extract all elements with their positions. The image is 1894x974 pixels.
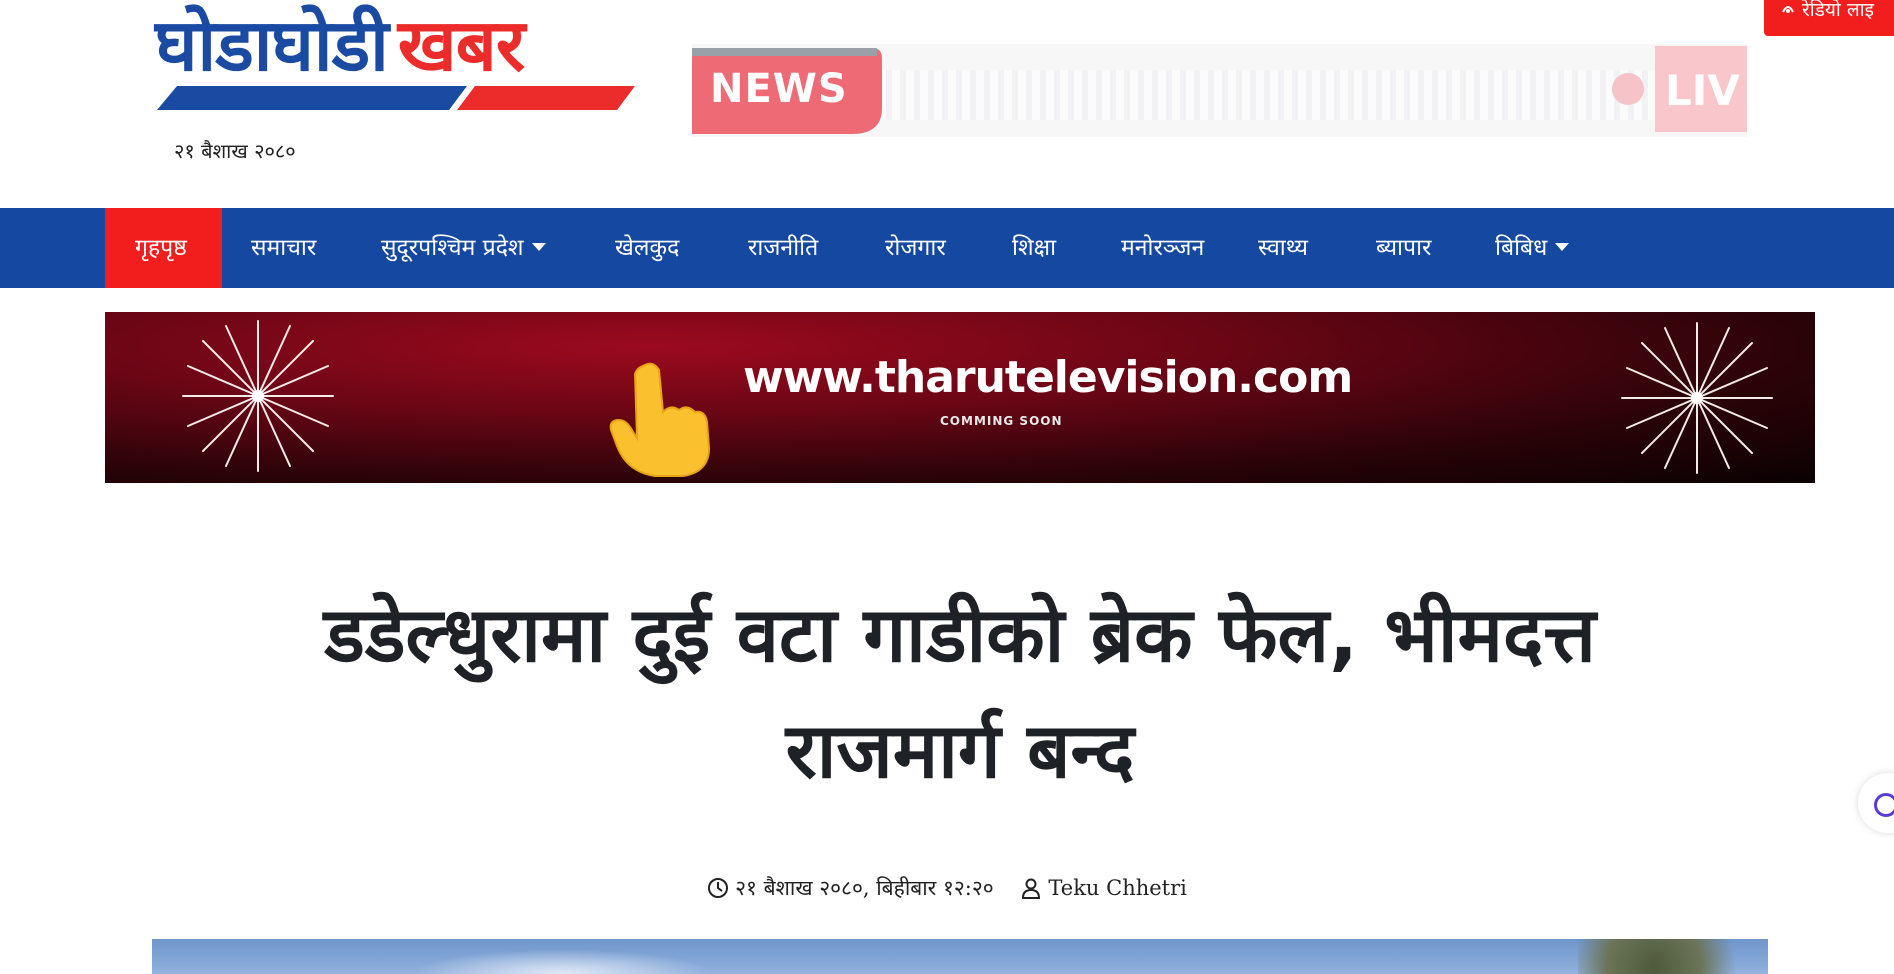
- logo-accent-text: खबर: [397, 3, 525, 87]
- logo-main-text: घोडाघोडी: [155, 3, 389, 87]
- nav-item-employment[interactable]: रोजगार: [885, 208, 946, 288]
- nav-item-sports[interactable]: खेलकुद: [615, 208, 679, 288]
- article-title-line-1: डडेल्धुरामा दुई वटा गाडीको ब्रेक फेल, भी…: [324, 590, 1596, 679]
- nav-item-label: ब्यापार: [1376, 235, 1432, 261]
- nav-item-news[interactable]: समाचार: [251, 208, 316, 288]
- live-dot-icon: [1612, 73, 1644, 105]
- caret-down-icon: [1555, 243, 1570, 251]
- article-date: २१ बैशाख २०८०, बिहीबार १२:२०: [707, 874, 994, 902]
- nav-item-education[interactable]: शिक्षा: [1012, 208, 1056, 288]
- header-date: २१ बैशाख २०८०: [174, 139, 296, 163]
- ad-subtext: COMMING SOON: [940, 414, 1063, 428]
- ad-url-text: www.tharutelevision.com: [743, 352, 1353, 403]
- nav-item-label: गृहपृष्ठ: [135, 235, 187, 261]
- nav-item-politics[interactable]: राजनीति: [748, 208, 818, 288]
- radio-live-button[interactable]: रेडियो लाइ: [1764, 0, 1894, 36]
- article-author[interactable]: Teku Chhetri: [1020, 876, 1187, 900]
- article-date-text: २१ बैशाख २०८०, बिहीबार १२:२०: [735, 876, 994, 900]
- nav-item-label: सुदूरपश्चिम प्रदेश: [381, 235, 524, 261]
- sparkle-icon: [182, 320, 334, 472]
- nav-item-label: खेलकुद: [615, 235, 680, 261]
- live-badge: LIV: [1655, 46, 1747, 132]
- main-navigation: गृहपृष्ठ समाचार सुदूरपश्चिम प्रदेश खेलकु…: [0, 208, 1894, 288]
- radio-icon: [1780, 0, 1796, 21]
- article-meta: २१ बैशाख २०८०, बिहीबार १२:२० Teku Chhetr…: [0, 874, 1894, 902]
- hero-cloud: [412, 949, 712, 974]
- nav-item-business[interactable]: ब्यापार: [1376, 208, 1431, 288]
- site-header: घोडाघोडी खबर २१ बैशाख २०८० NEWS LIV रेडिय…: [0, 0, 1894, 208]
- nav-item-label: राजनीति: [748, 235, 819, 261]
- nav-item-miscellaneous[interactable]: बिबिध: [1495, 208, 1570, 288]
- news-banner-background: [872, 70, 1692, 120]
- hero-tree: [1578, 939, 1768, 974]
- nav-item-sudurpaschim-pradesh[interactable]: सुदूरपश्चिम प्रदेश: [381, 208, 546, 288]
- nav-item-entertainment[interactable]: मनोरञ्जन: [1121, 208, 1204, 288]
- advertisement-banner[interactable]: www.tharutelevision.com COMMING SOON: [105, 312, 1815, 483]
- clock-icon: [708, 878, 729, 898]
- nav-item-label: मनोरञ्जन: [1121, 235, 1205, 261]
- nav-item-label: रोजगार: [885, 235, 946, 261]
- radio-label: रेडियो लाइ: [1802, 0, 1874, 21]
- article-title-line-2: राजमार्ग बन्द: [785, 706, 1135, 795]
- article-hero-image: [152, 939, 1768, 974]
- logo-text: घोडाघोडी खबर: [155, 0, 525, 90]
- nav-item-label: समाचार: [251, 235, 317, 261]
- caret-down-icon: [531, 243, 546, 251]
- nav-item-health[interactable]: स्वाथ्य: [1258, 208, 1308, 288]
- nav-item-label: स्वाथ्य: [1258, 235, 1308, 261]
- news-badge-label: NEWS: [710, 66, 848, 112]
- nav-item-label: शिक्षा: [1012, 235, 1057, 261]
- live-news-banner[interactable]: NEWS LIV: [692, 44, 1747, 137]
- site-logo[interactable]: घोडाघोडी खबर: [155, 0, 635, 115]
- live-label: LIV: [1665, 66, 1740, 115]
- logo-stripe: [157, 86, 635, 110]
- sparkle-icon: [1621, 322, 1773, 474]
- article-title: डडेल्धुरामा दुई वटा गाडीको ब्रेक फेल, भी…: [150, 577, 1770, 809]
- chat-widget-icon: [1874, 793, 1894, 817]
- pointing-hand-icon: [609, 362, 711, 477]
- article-author-name: Teku Chhetri: [1048, 876, 1187, 900]
- floating-chat-widget[interactable]: [1858, 773, 1894, 833]
- nav-item-home[interactable]: गृहपृष्ठ: [105, 208, 222, 288]
- user-icon: [1022, 878, 1041, 899]
- nav-item-label: बिबिध: [1495, 235, 1548, 261]
